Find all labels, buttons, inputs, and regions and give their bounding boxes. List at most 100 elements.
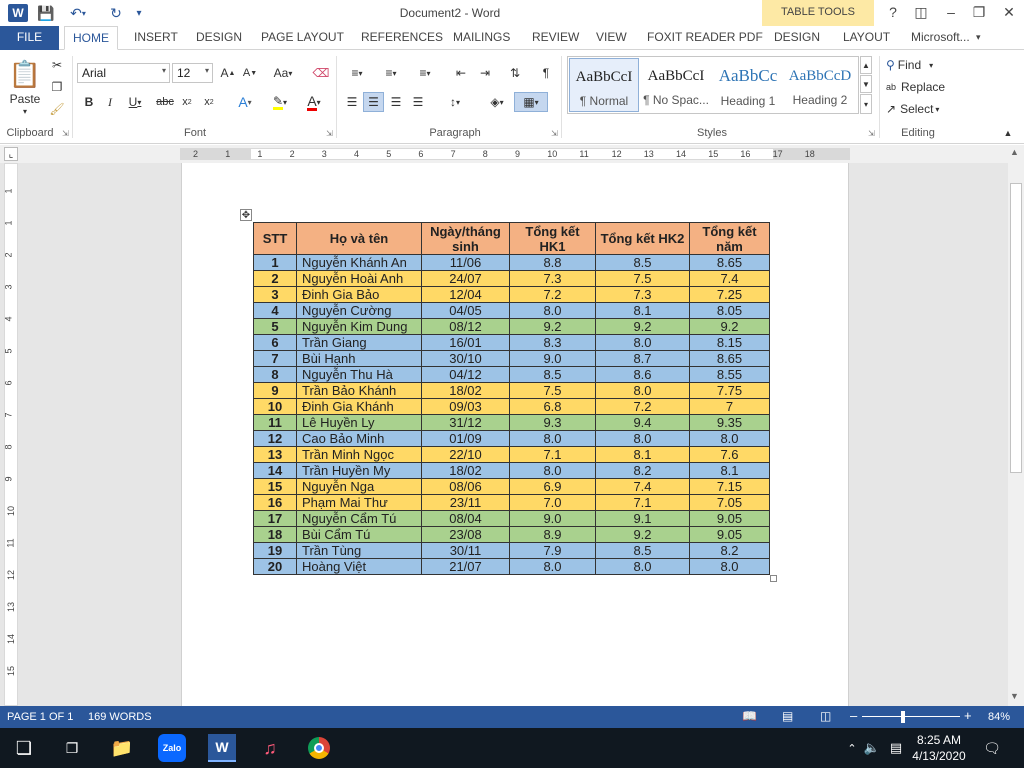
scroll-down-icon[interactable]: ▼ (1010, 691, 1019, 701)
select-button[interactable]: ↗ Select ▾ (886, 100, 956, 118)
zoom-in-icon[interactable]: + (964, 708, 972, 723)
account-chevron-icon[interactable]: ▾ (968, 26, 989, 50)
cell-stt[interactable]: 2 (253, 270, 297, 287)
cell-name[interactable]: Trần Huyền My (296, 462, 422, 479)
superscript-icon[interactable]: x2 (200, 92, 218, 112)
cell-hk1[interactable]: 6.8 (509, 398, 596, 415)
cell-hk1[interactable]: 9.0 (509, 510, 596, 527)
cell-dob[interactable]: 08/06 (421, 478, 510, 495)
cell-hk1[interactable]: 7.9 (509, 542, 596, 559)
cell-name[interactable]: Đinh Gia Khánh (296, 398, 422, 415)
align-center-icon[interactable]: ☰ (363, 92, 384, 112)
cell-year[interactable]: 7.15 (689, 478, 770, 495)
itunes-icon[interactable]: ♫ (256, 734, 284, 762)
styles-scroll-up-icon[interactable]: ▲ (860, 56, 872, 74)
cell-dob[interactable]: 23/08 (421, 526, 510, 543)
increase-indent-icon[interactable]: ⇥ (474, 63, 496, 83)
cell-stt[interactable]: 20 (253, 558, 297, 575)
zoom-level[interactable]: 84% (988, 711, 1010, 723)
cell-hk2[interactable]: 8.5 (595, 254, 690, 271)
cell-year[interactable]: 9.2 (689, 318, 770, 335)
cell-hk1[interactable]: 8.3 (509, 334, 596, 351)
cell-stt[interactable]: 9 (253, 382, 297, 399)
cell-name[interactable]: Trần Tùng (296, 542, 422, 559)
cell-year[interactable]: 8.65 (689, 350, 770, 367)
cell-name[interactable]: Trần Minh Ngọc (296, 446, 422, 463)
restore-icon[interactable]: ❐ (966, 2, 992, 22)
styles-scroll-down-icon[interactable]: ▼ (860, 75, 872, 93)
tab-table-design[interactable]: DESIGN (766, 26, 828, 50)
cell-stt[interactable]: 14 (253, 462, 297, 479)
cell-hk1[interactable]: 8.0 (509, 462, 596, 479)
cell-name[interactable]: Nguyễn Thu Hà (296, 366, 422, 383)
cell-hk2[interactable]: 9.1 (595, 510, 690, 527)
cell-dob[interactable]: 22/10 (421, 446, 510, 463)
tab-page-layout[interactable]: PAGE LAYOUT (253, 26, 352, 50)
network-icon[interactable]: ▤ (882, 734, 910, 762)
zalo-icon[interactable]: Zalo (158, 734, 186, 762)
cell-stt[interactable]: 15 (253, 478, 297, 495)
cell-stt[interactable]: 8 (253, 366, 297, 383)
ribbon-display-icon[interactable]: ◫ (908, 2, 934, 22)
cell-stt[interactable]: 1 (253, 254, 297, 271)
help-icon[interactable]: ? (880, 2, 906, 22)
tab-references[interactable]: REFERENCES (353, 26, 451, 50)
cell-hk2[interactable]: 8.0 (595, 558, 690, 575)
student-grades-table[interactable]: STT Họ và tên Ngày/tháng sinh Tổng kết H… (253, 222, 770, 575)
sort-icon[interactable]: ⇅ (504, 63, 526, 83)
scroll-up-icon[interactable]: ▲ (1010, 147, 1019, 157)
cell-hk1[interactable]: 7.0 (509, 494, 596, 511)
cell-dob[interactable]: 18/02 (421, 382, 510, 399)
style-heading-2[interactable]: AaBbCcD Heading 2 (785, 58, 855, 112)
collapse-ribbon-icon[interactable]: ▲ (1000, 126, 1016, 140)
underline-icon[interactable]: U ▾ (122, 92, 148, 112)
tab-insert[interactable]: INSERT (126, 26, 186, 50)
vertical-scrollbar[interactable]: ▲ ▼ (1008, 145, 1024, 706)
cell-year[interactable]: 8.0 (689, 558, 770, 575)
font-color-icon[interactable]: A ▾ (298, 92, 330, 112)
tab-selector-icon[interactable]: ⌞ (4, 147, 18, 161)
cell-stt[interactable]: 19 (253, 542, 297, 559)
minimize-icon[interactable]: – (938, 2, 964, 22)
cell-name[interactable]: Trần Giang (296, 334, 422, 351)
show-formatting-icon[interactable]: ¶ (536, 63, 556, 83)
cut-icon[interactable]: ✂ (48, 56, 66, 74)
cell-hk1[interactable]: 8.0 (509, 430, 596, 447)
italic-icon[interactable]: I (101, 92, 119, 112)
word-count[interactable]: 169 WORDS (88, 711, 152, 723)
cell-hk2[interactable]: 9.4 (595, 414, 690, 431)
cell-hk2[interactable]: 8.1 (595, 446, 690, 463)
format-painter-icon[interactable]: 🖌 (48, 100, 66, 118)
zoom-out-icon[interactable]: – (850, 708, 857, 723)
change-case-icon[interactable]: Aa ▾ (268, 63, 298, 83)
cell-hk2[interactable]: 9.2 (595, 318, 690, 335)
cell-dob[interactable]: 23/11 (421, 494, 510, 511)
vertical-ruler[interactable]: 1 1 2 3 4 5 6 7 8 9 10 11 12 13 14 15 (4, 163, 18, 706)
cell-hk1[interactable]: 8.8 (509, 254, 596, 271)
header-stt[interactable]: STT (253, 222, 297, 255)
cell-year[interactable]: 8.15 (689, 334, 770, 351)
cell-stt[interactable]: 11 (253, 414, 297, 431)
page-count[interactable]: PAGE 1 OF 1 (7, 711, 73, 723)
cell-hk1[interactable]: 8.5 (509, 366, 596, 383)
zoom-slider-thumb[interactable] (901, 711, 905, 723)
cell-dob[interactable]: 12/04 (421, 286, 510, 303)
header-hk2[interactable]: Tổng kết HK2 (595, 222, 690, 255)
cell-year[interactable]: 7.75 (689, 382, 770, 399)
cell-dob[interactable]: 16/01 (421, 334, 510, 351)
cell-dob[interactable]: 11/06 (421, 254, 510, 271)
close-icon[interactable]: ✕ (996, 2, 1022, 22)
paste-chevron-icon[interactable]: ▾ (18, 106, 32, 116)
cell-name[interactable]: Bùi Hạnh (296, 350, 422, 367)
cell-hk2[interactable]: 8.0 (595, 382, 690, 399)
cell-year[interactable]: 9.35 (689, 414, 770, 431)
cell-dob[interactable]: 18/02 (421, 462, 510, 479)
cell-year[interactable]: 8.55 (689, 366, 770, 383)
cell-hk1[interactable]: 7.1 (509, 446, 596, 463)
strikethrough-icon[interactable]: abc (154, 92, 176, 112)
tab-home[interactable]: HOME (64, 26, 118, 50)
cell-hk2[interactable]: 8.6 (595, 366, 690, 383)
cell-dob[interactable]: 30/11 (421, 542, 510, 559)
cell-dob[interactable]: 09/03 (421, 398, 510, 415)
style-normal[interactable]: AaBbCcI ¶ Normal (569, 58, 639, 112)
